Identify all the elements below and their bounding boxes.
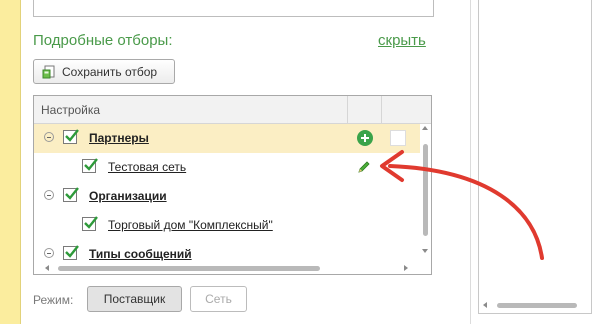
checkmark-icon [84,158,98,171]
scroll-left-icon[interactable] [483,302,487,308]
save-filter-button[interactable]: Сохранить отбор [33,59,175,84]
scroll-right-icon[interactable] [404,265,408,271]
mode-supplier-button[interactable]: Поставщик [87,286,182,312]
scrollbar-thumb[interactable] [497,303,577,308]
checkmark-icon [65,129,79,142]
tree-row-label: Партнеры [89,131,149,145]
vertical-scrollbar[interactable] [420,124,431,264]
top-input-field[interactable] [33,0,434,17]
settings-tree: Настройка Партнеры Тестовая сеть Организ… [33,95,432,275]
scroll-up-icon[interactable] [422,126,428,130]
checkbox-message-types[interactable] [63,245,79,260]
panel-divider [470,0,471,324]
collapse-icon[interactable] [44,248,54,258]
tree-row-label: Тестовая сеть [108,160,187,174]
tree-row-organizations[interactable]: Организации [34,182,420,211]
checkmark-icon [65,187,79,200]
checkbox-test-network[interactable] [82,158,98,173]
horizontal-scrollbar[interactable] [34,263,420,274]
save-filter-label: Сохранить отбор [62,64,158,79]
tree-row-label: Торговый дом "Комплексный" [108,218,273,232]
hide-link[interactable]: скрыть [378,32,426,49]
tree-row-message-types[interactable]: Типы сообщений [34,240,420,264]
checkbox-organizations[interactable] [63,187,79,202]
column-header-settings: Настройка [41,103,101,117]
collapse-icon[interactable] [44,190,54,200]
scroll-down-icon[interactable] [422,249,428,253]
collapse-icon[interactable] [44,132,54,142]
header-separator [347,96,348,123]
add-icon[interactable] [357,130,373,146]
checkbox-trading-house[interactable] [82,216,98,231]
checkmark-icon [84,216,98,229]
mode-label: Режим: [33,293,74,307]
filters-title: Подробные отборы: [33,32,173,49]
left-panel-strip [0,0,21,324]
tree-header: Настройка [34,96,431,124]
scrollbar-thumb[interactable] [423,144,428,236]
tree-row-partners[interactable]: Партнеры [34,124,420,153]
edit-pencil-icon[interactable] [356,159,372,175]
header-separator [381,96,382,123]
scrollbar-thumb[interactable] [58,266,320,271]
tree-row-label: Типы сообщений [89,247,192,261]
mode-network-button[interactable]: Сеть [190,286,247,312]
tree-row-label: Организации [89,189,167,203]
checkmark-icon [65,245,79,258]
tree-row-test-network[interactable]: Тестовая сеть [34,153,420,182]
checkbox-partners[interactable] [63,129,79,144]
row-action-cell[interactable] [390,130,406,146]
scroll-left-icon[interactable] [45,265,49,271]
tree-row-trading-house[interactable]: Торговый дом "Комплексный" [34,211,420,240]
right-panel [478,0,592,314]
save-filter-icon [42,65,55,78]
